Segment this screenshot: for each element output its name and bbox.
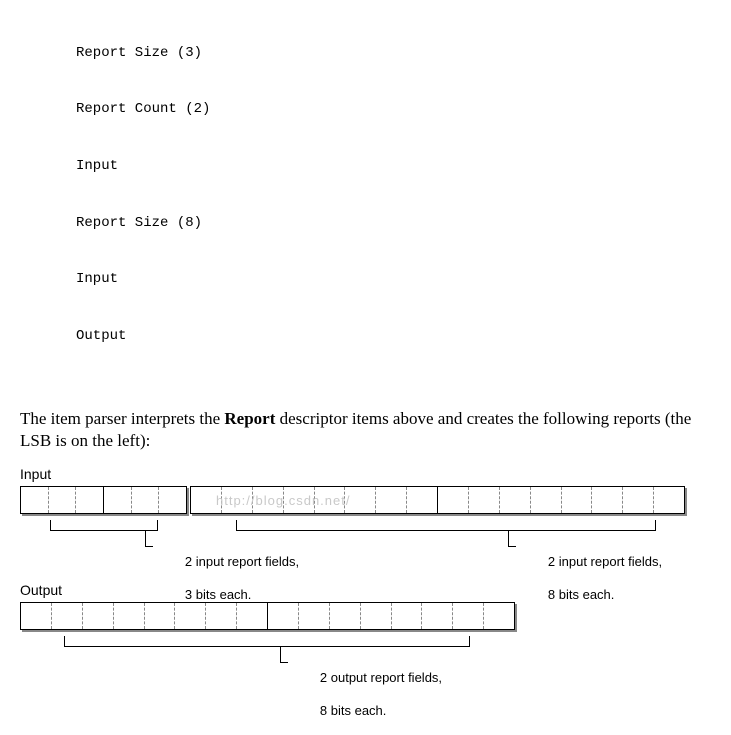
input-field-3bit — [20, 486, 104, 514]
explain-text: The item parser interprets the — [20, 409, 224, 428]
code-line: Report Count (2) — [76, 100, 711, 119]
caption-line: 8 bits each. — [320, 703, 387, 718]
output-field-8bit — [20, 602, 268, 630]
explanation-paragraph: The item parser interprets the Report de… — [20, 408, 711, 452]
input-section-label: Input — [20, 466, 711, 482]
input-field-8bit — [437, 486, 685, 514]
explain-bold: Report — [224, 409, 275, 428]
code-line: Input — [76, 270, 711, 289]
output-field-8bit — [267, 602, 515, 630]
descriptor-code-block: Report Size (3) Report Count (2) Input R… — [76, 6, 711, 384]
brace-input-small: 2 input report fields, 3 bits each. — [50, 520, 158, 534]
caption-line: 3 bits each. — [185, 587, 252, 602]
caption-line: 8 bits each. — [548, 587, 615, 602]
code-line: Output — [76, 327, 711, 346]
input-field-3bit — [103, 486, 187, 514]
input-field-8bit — [190, 486, 438, 514]
code-line: Input — [76, 157, 711, 176]
brace-output: 2 output report fields, 8 bits each. — [64, 636, 470, 650]
code-line: Report Size (3) — [76, 44, 711, 63]
caption-line: 2 output report fields, — [320, 670, 442, 685]
input-report-bar — [20, 486, 711, 514]
code-line: Report Size (8) — [76, 214, 711, 233]
input-brace-row: 2 input report fields, 3 bits each. 2 in… — [20, 514, 711, 572]
brace-input-large: 2 input report fields, 8 bits each. — [236, 520, 656, 534]
output-brace-row: 2 output report fields, 8 bits each. — [20, 630, 711, 688]
